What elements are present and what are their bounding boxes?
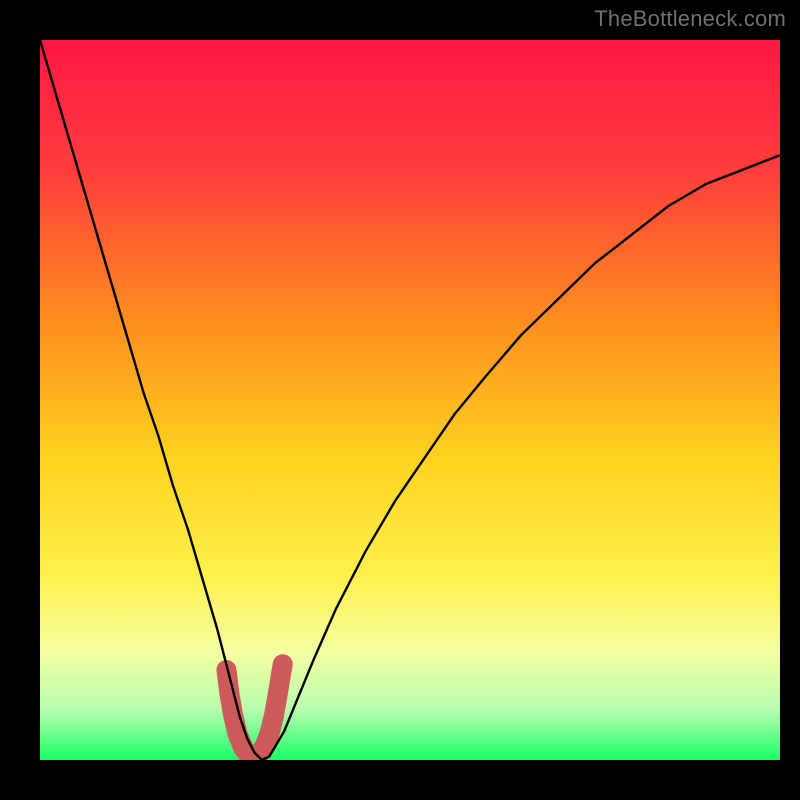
chart-svg bbox=[40, 40, 780, 760]
chart-stage: TheBottleneck.com bbox=[0, 0, 800, 800]
plot-area bbox=[40, 40, 780, 760]
watermark-text: TheBottleneck.com bbox=[594, 6, 786, 32]
gradient-background bbox=[40, 40, 780, 760]
